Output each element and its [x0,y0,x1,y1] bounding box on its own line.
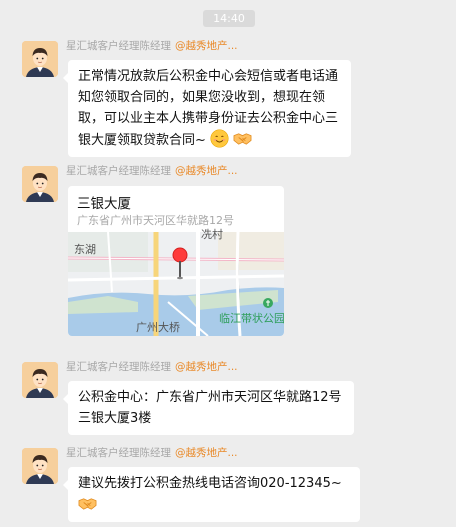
handshake-icon [233,133,252,145]
message-text: 公积金中心：广东省广州市天河区华就路12号三银大厦3楼 [78,390,342,426]
map-label-village: 冼村 [201,228,223,241]
avatar-icon [22,448,58,484]
message-text: 建议先拨打公积金热线电话咨询020-12345~ [78,476,342,491]
sender-label: 星汇城客户经理陈经理 [66,40,171,52]
message-bubble[interactable]: 正常情况放款后公积金中心会短信或者电话通知您领取合同的，如果您没收到，想现在领取… [63,60,351,157]
sender-name: 星汇城客户经理陈经理 @越秀地产... [66,165,238,178]
sender-label: 星汇城客户经理陈经理 [66,361,171,373]
sender-org: @越秀地产... [175,361,238,373]
map-label-bridge: 广州大桥 [136,321,180,334]
sender-label: 星汇城客户经理陈经理 [66,447,171,459]
smile-icon [210,129,229,148]
handshake-icon [78,498,97,510]
sender-label: 星汇城客户经理陈经理 [66,165,171,177]
message-bubble[interactable]: 建议先拨打公积金热线电话咨询020-12345~ [63,467,360,522]
sender-org: @越秀地产... [175,165,238,177]
message-bubble[interactable]: 公积金中心：广东省广州市天河区华就路12号三银大厦3楼 [63,381,354,435]
map-label-park: 临江带状公园 [219,312,284,325]
avatar-icon [22,166,58,202]
avatar-icon [22,41,58,77]
sender-name: 星汇城客户经理陈经理 @越秀地产... [66,447,238,460]
avatar[interactable] [22,362,58,398]
timestamp-chip: 14:40 [203,10,255,27]
location-card[interactable]: 三银大厦 广东省广州市天河区华就路12号 东湖 冼村 广州大桥 临江带状公园 [68,186,284,336]
location-name: 三银大厦 [77,196,131,212]
avatar[interactable] [22,448,58,484]
avatar[interactable] [22,41,58,77]
sender-org: @越秀地产... [175,447,238,459]
avatar[interactable] [22,166,58,202]
map-label-lake: 东湖 [74,243,96,256]
sender-org: @越秀地产... [175,40,238,52]
map-preview[interactable]: 东湖 冼村 广州大桥 临江带状公园 [68,228,284,336]
sender-name: 星汇城客户经理陈经理 @越秀地产... [66,361,238,374]
message-text: 正常情况放款后公积金中心会短信或者电话通知您领取合同的，如果您没收到，想现在领取… [78,69,339,148]
sender-name: 星汇城客户经理陈经理 @越秀地产... [66,40,238,53]
avatar-icon [22,362,58,398]
